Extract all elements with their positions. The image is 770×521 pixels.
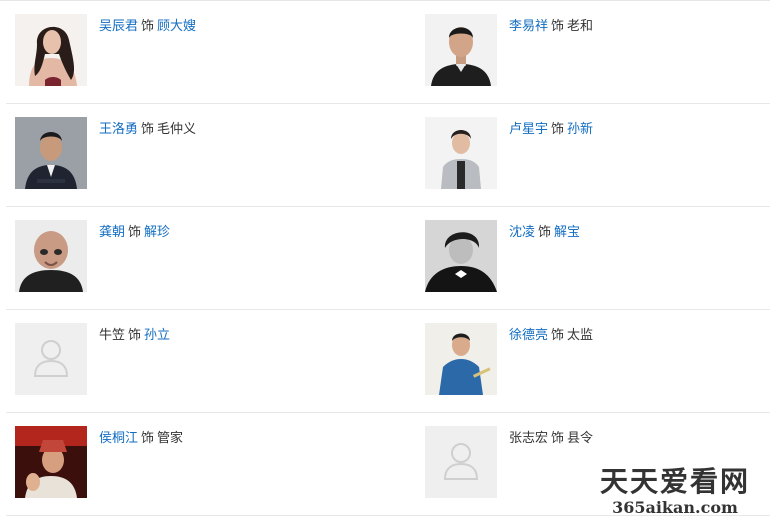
as-label: 饰 [538,225,552,240]
cast-credit: 王洛勇饰毛仲义 [99,121,196,139]
actor-photo[interactable] [425,323,497,395]
actor-name: 牛笠 [99,328,126,343]
role-name-link[interactable]: 解宝 [554,225,580,240]
cast-item[interactable]: 李易祥饰老和 [425,14,770,88]
cast-credit: 龚朝饰解珍 [99,224,170,242]
actor-name-link[interactable]: 徐德亮 [509,328,548,343]
cast-row: 王洛勇饰毛仲义 卢星宇饰孙新 [6,103,770,207]
actor-name: 张志宏 [509,431,549,446]
actor-photo[interactable] [15,117,87,189]
actor-photo[interactable] [15,220,87,292]
actor-photo[interactable] [15,14,87,86]
role-name: 老和 [567,19,594,34]
cast-item[interactable]: 牛笠饰孙立 [15,323,375,397]
role-name: 毛仲义 [157,122,197,137]
watermark-title: 天天爱看网 [599,465,750,498]
actor-name-link[interactable]: 沈凌 [509,225,535,240]
cast-item[interactable]: 沈凌饰解宝 [425,220,770,294]
cast-item[interactable]: 王洛勇饰毛仲义 [15,117,375,191]
as-label: 饰 [551,431,565,446]
cast-credit: 李易祥饰老和 [509,18,593,36]
cast-item[interactable]: 徐德亮饰太监 [425,323,770,397]
as-label: 饰 [141,19,155,34]
actor-name-link[interactable]: 李易祥 [509,19,548,34]
cast-credit: 沈凌饰解宝 [509,224,580,242]
cast-row: 牛笠饰孙立 徐德亮饰太监 [6,309,770,413]
actor-name-link[interactable]: 吴辰君 [99,19,138,34]
actor-photo[interactable] [425,220,497,292]
as-label: 饰 [128,328,142,343]
cast-item[interactable]: 吴辰君饰顾大嫂 [15,14,375,88]
as-label: 饰 [551,328,565,343]
cast-item[interactable]: 卢星宇饰孙新 [425,117,770,191]
actor-name-link[interactable]: 王洛勇 [99,122,138,137]
cast-row: 吴辰君饰顾大嫂 李易祥饰老和 [6,0,770,104]
cast-item[interactable]: 侯桐江饰管家 [15,426,375,500]
actor-name-link[interactable]: 龚朝 [99,225,125,240]
watermark-url: 365aikan.com [612,498,738,517]
placeholder-avatar-icon[interactable] [15,323,87,395]
as-label: 饰 [141,431,155,446]
actor-photo[interactable] [425,14,497,86]
as-label: 饰 [128,225,142,240]
cast-credit: 牛笠饰孙立 [99,327,170,345]
cast-credit: 张志宏饰县令 [509,430,593,448]
cast-row: 龚朝饰解珍 沈凌饰解宝 [6,206,770,310]
site-watermark: 天天爱看网 365aikan.com [590,465,760,517]
role-name: 太监 [567,328,594,343]
actor-photo[interactable] [425,117,497,189]
cast-credit: 徐德亮饰太监 [509,327,593,345]
cast-item[interactable]: 龚朝饰解珍 [15,220,375,294]
cast-credit: 侯桐江饰管家 [99,430,183,448]
cast-credit: 吴辰君饰顾大嫂 [99,18,196,36]
actor-name-link[interactable]: 侯桐江 [99,431,138,446]
placeholder-avatar-icon[interactable] [425,426,497,498]
role-name-link[interactable]: 解珍 [144,225,170,240]
actor-photo[interactable] [15,426,87,498]
role-name: 县令 [567,431,594,446]
role-name-link[interactable]: 孙立 [144,328,170,343]
actor-name-link[interactable]: 卢星宇 [509,122,548,137]
as-label: 饰 [551,122,565,137]
role-name-link[interactable]: 顾大嫂 [157,19,196,34]
as-label: 饰 [551,19,565,34]
role-name: 管家 [157,431,184,446]
as-label: 饰 [141,122,155,137]
role-name-link[interactable]: 孙新 [567,122,593,137]
cast-credit: 卢星宇饰孙新 [509,121,593,139]
